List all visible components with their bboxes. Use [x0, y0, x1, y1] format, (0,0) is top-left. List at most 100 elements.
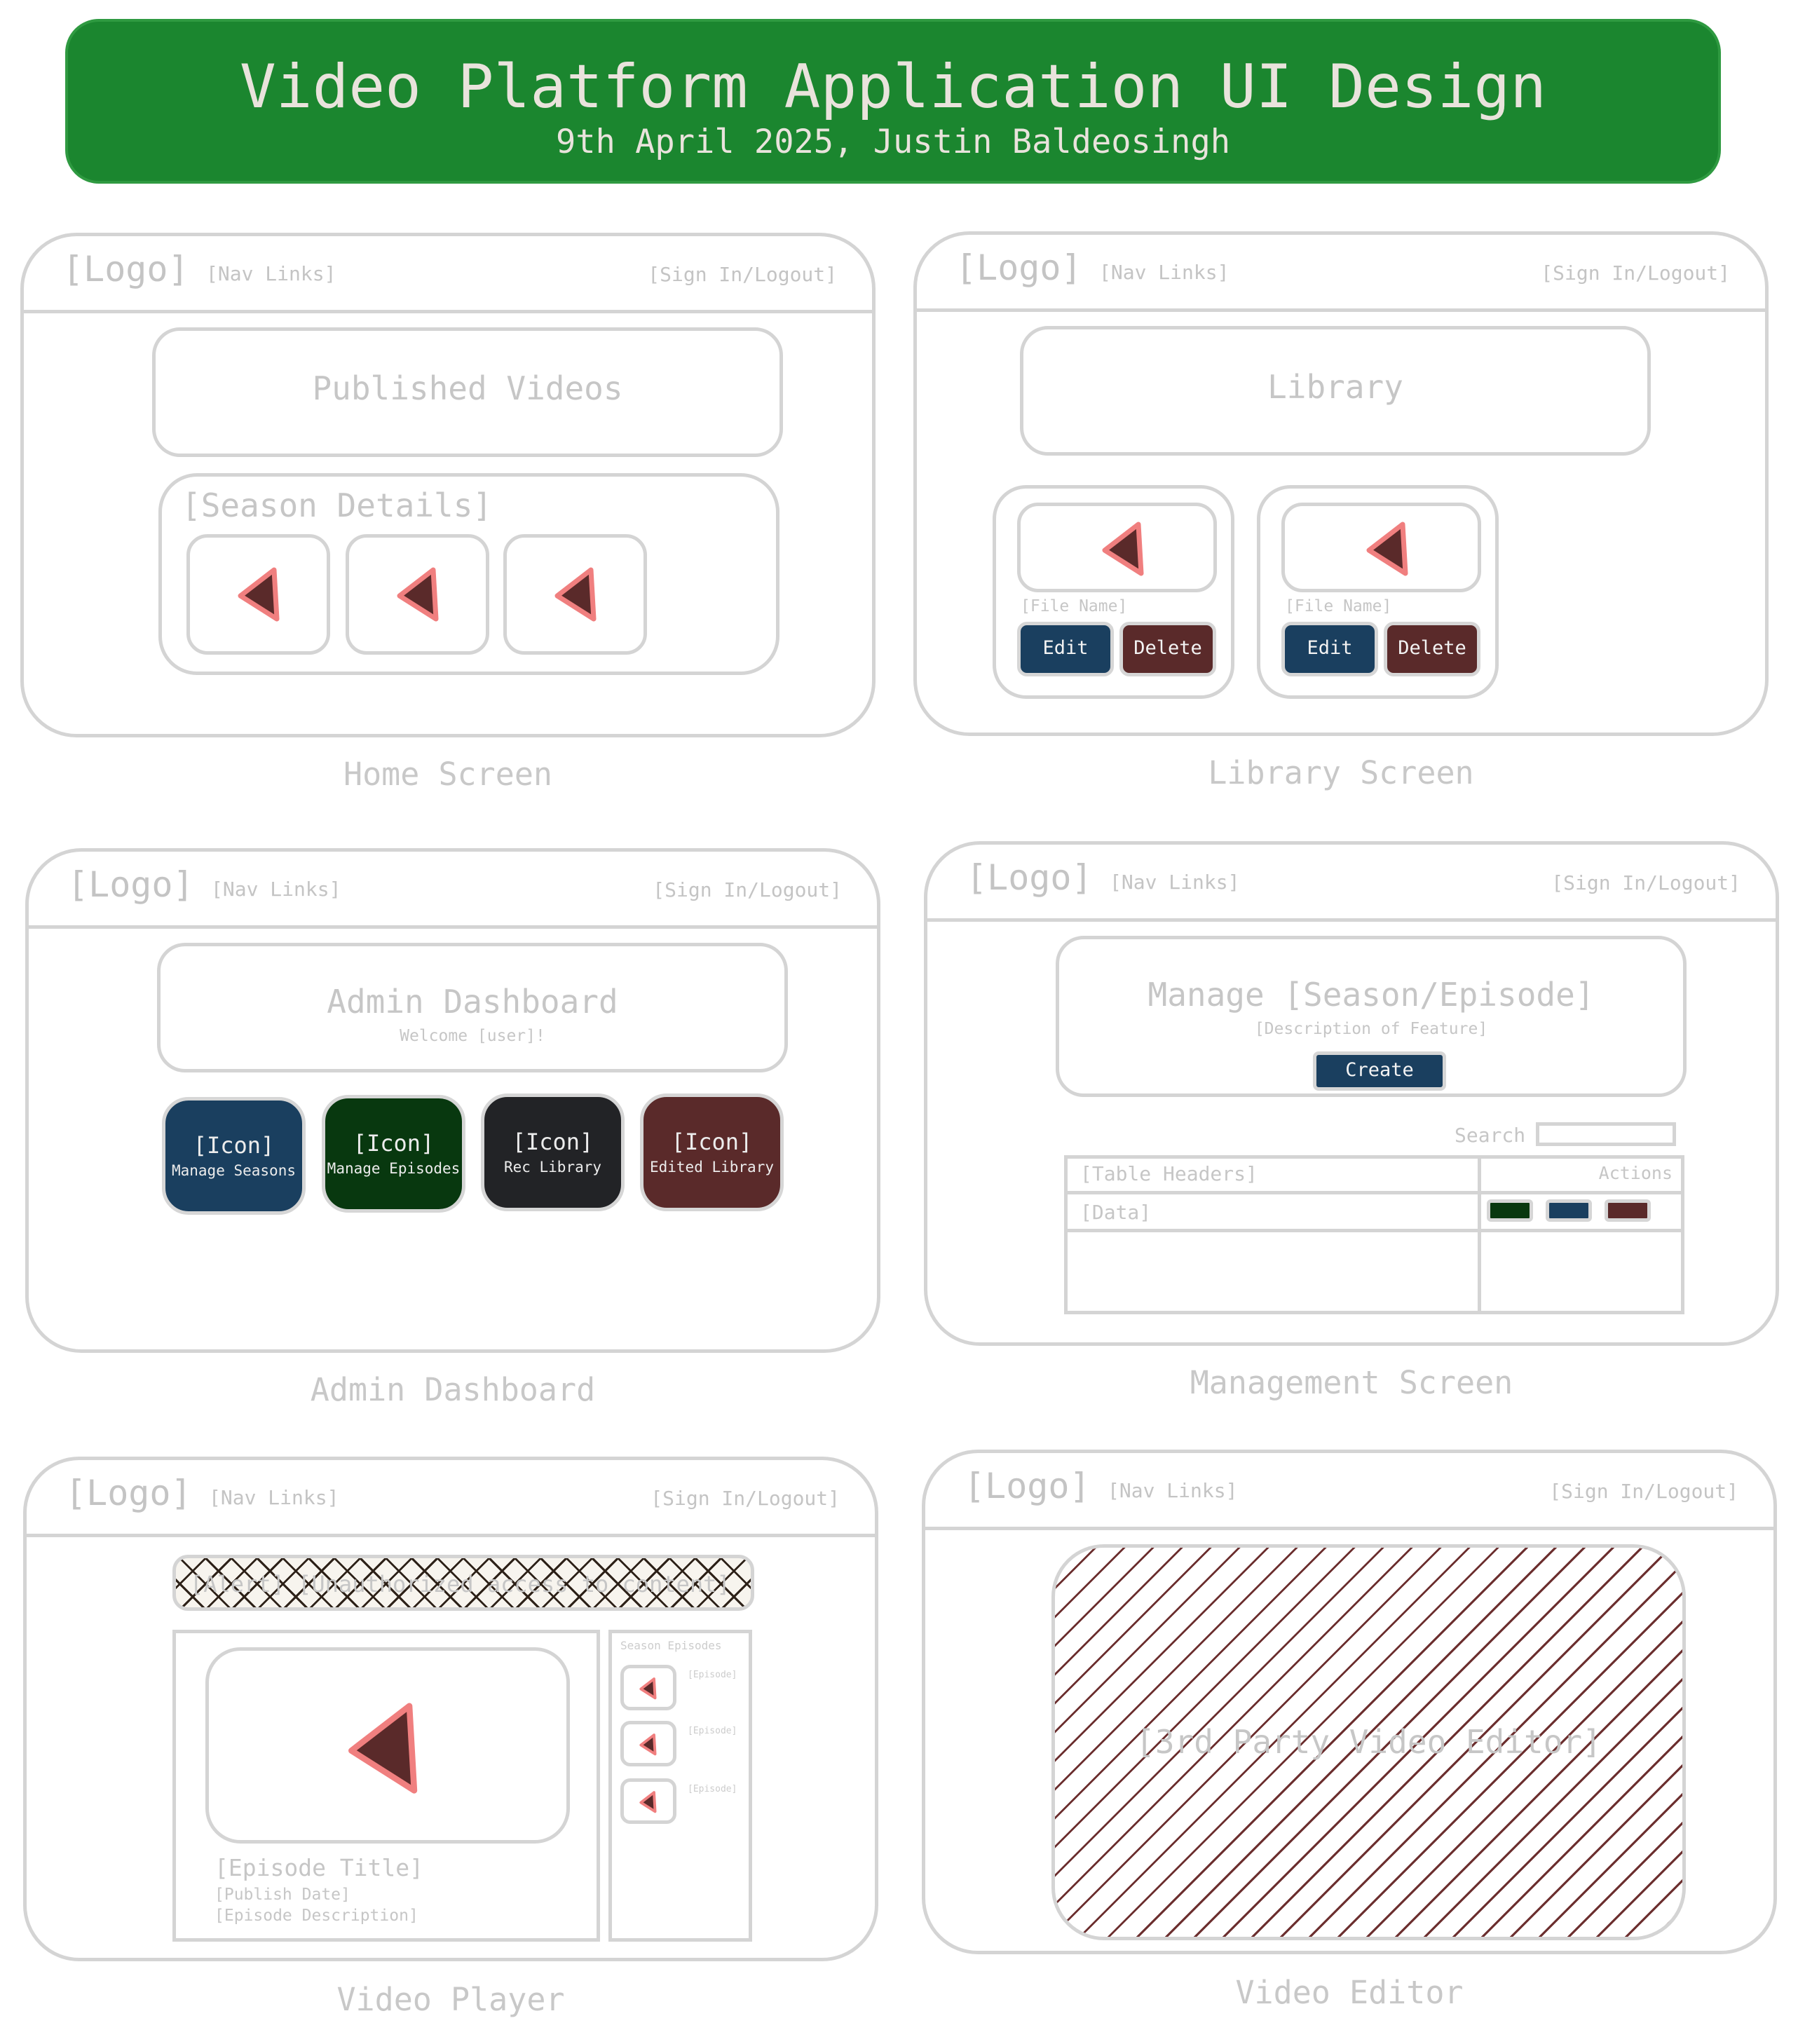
- sign-in-logout[interactable]: [Sign In/Logout]: [1551, 871, 1741, 894]
- play-icon: [639, 1677, 657, 1700]
- hero-title: Manage [Season/Episode]: [1147, 976, 1595, 1014]
- nav-links[interactable]: [Nav Links]: [211, 878, 341, 901]
- logo[interactable]: [Logo]: [65, 1473, 192, 1513]
- admin-dashboard-frame: [Logo] [Nav Links] [Sign In/Logout] Admi…: [25, 848, 880, 1353]
- rec-library-tile[interactable]: [Icon] Rec Library: [481, 1093, 625, 1211]
- create-button[interactable]: Create: [1313, 1051, 1446, 1091]
- sign-in-logout[interactable]: [Sign In/Logout]: [653, 878, 842, 901]
- caption-home-screen: Home Screen: [343, 756, 552, 793]
- diagram-subtitle: 9th April 2025, Justin Baldeosingh: [555, 123, 1231, 161]
- editor-placeholder: [3rd Party Video Editor]: [1136, 1723, 1602, 1761]
- hero-title: Admin Dashboard: [327, 983, 618, 1021]
- feature-description: [Description of Feature]: [1254, 1020, 1488, 1038]
- publish-date: [Publish Date]: [214, 1886, 350, 1904]
- alert-banner: [Alert] [Unauthorized access to content]: [172, 1555, 754, 1611]
- video-thumbnail[interactable]: [503, 534, 647, 655]
- file-name: [File Name]: [1021, 597, 1128, 615]
- tile-icon: [Icon]: [193, 1132, 275, 1159]
- tile-label: Edited Library: [649, 1159, 774, 1176]
- delete-button[interactable]: Delete: [1384, 622, 1480, 676]
- welcome-text: Welcome [user]!: [400, 1027, 545, 1045]
- season-episodes-sidebar: Season Episodes [Episode] [Episode] [Epi…: [608, 1630, 752, 1942]
- action-button[interactable]: [1487, 1199, 1533, 1222]
- tile-icon: [Icon]: [671, 1129, 753, 1155]
- nav-links[interactable]: [Nav Links]: [206, 262, 336, 285]
- nav-links[interactable]: [Nav Links]: [1108, 1479, 1237, 1502]
- diagram-title: Video Platform Application UI Design: [240, 52, 1546, 122]
- sidebar-title: Season Episodes: [620, 1639, 722, 1652]
- video-viewport[interactable]: [205, 1647, 570, 1844]
- logo[interactable]: [Logo]: [62, 249, 189, 289]
- caption-admin-dashboard: Admin Dashboard: [310, 1371, 596, 1408]
- video-player-frame: [Logo] [Nav Links] [Sign In/Logout] [Ale…: [23, 1457, 878, 1961]
- tile-label: Manage Seasons: [171, 1162, 296, 1179]
- nav-bar: [Logo] [Nav Links] [Sign In/Logout]: [927, 845, 1776, 922]
- edit-action-button[interactable]: [1546, 1199, 1592, 1222]
- logo[interactable]: [Logo]: [67, 864, 194, 905]
- video-thumbnail[interactable]: [1017, 503, 1217, 592]
- search-input[interactable]: [1536, 1122, 1676, 1146]
- logo[interactable]: [Logo]: [964, 1466, 1091, 1506]
- management-screen-frame: [Logo] [Nav Links] [Sign In/Logout] Mana…: [924, 841, 1779, 1346]
- sign-in-logout[interactable]: [Sign In/Logout]: [1549, 1480, 1738, 1503]
- episode-thumbnail[interactable]: [620, 1721, 676, 1766]
- file-name: [File Name]: [1285, 597, 1392, 615]
- sign-in-logout[interactable]: [Sign In/Logout]: [648, 263, 837, 286]
- caption-library-screen: Library Screen: [1208, 754, 1474, 791]
- library-card: [File Name] Edit Delete: [993, 485, 1234, 699]
- nav-links[interactable]: [Nav Links]: [1099, 261, 1229, 284]
- nav-links[interactable]: [Nav Links]: [1110, 871, 1239, 894]
- manage-seasons-tile[interactable]: [Icon] Manage Seasons: [162, 1097, 306, 1215]
- season-details-label: [Season Details]: [182, 486, 493, 524]
- edit-button[interactable]: Edit: [1281, 622, 1378, 676]
- home-screen-frame: [Logo] [Nav Links] [Sign In/Logout] Publ…: [20, 233, 876, 737]
- season-details-panel: [Season Details]: [158, 473, 779, 675]
- tile-label: Manage Episodes: [327, 1160, 461, 1177]
- library-screen-frame: [Logo] [Nav Links] [Sign In/Logout] Libr…: [913, 231, 1769, 736]
- episode-thumbnail[interactable]: [620, 1778, 676, 1824]
- alert-text: [Alert] [Unauthorized access to content]: [190, 1571, 730, 1597]
- play-icon: [639, 1791, 657, 1813]
- sign-in-logout[interactable]: [Sign In/Logout]: [1541, 261, 1730, 285]
- hero-title: Library: [1267, 368, 1403, 406]
- edit-button[interactable]: Edit: [1017, 622, 1114, 676]
- play-icon: [554, 567, 597, 622]
- episode-thumbnail[interactable]: [620, 1665, 676, 1710]
- video-thumbnail[interactable]: [1281, 503, 1481, 592]
- library-card: [File Name] Edit Delete: [1257, 485, 1499, 699]
- actions-header: Actions: [1598, 1163, 1673, 1183]
- nav-bar: [Logo] [Nav Links] [Sign In/Logout]: [24, 236, 872, 313]
- tile-icon: [Icon]: [512, 1129, 594, 1155]
- nav-bar: [Logo] [Nav Links] [Sign In/Logout]: [925, 1453, 1773, 1530]
- data-table: [Table Headers] Actions [Data]: [1064, 1155, 1684, 1314]
- admin-dashboard-hero: Admin Dashboard Welcome [user]!: [157, 943, 788, 1072]
- tile-icon: [Icon]: [353, 1130, 435, 1157]
- video-thumbnail[interactable]: [346, 534, 489, 655]
- logo[interactable]: [Logo]: [955, 247, 1082, 288]
- episode-title: [Episode Title]: [214, 1854, 424, 1881]
- play-icon: [1102, 522, 1144, 576]
- play-icon: [238, 567, 280, 622]
- episode-label: [Episode]: [688, 1726, 737, 1736]
- delete-button[interactable]: Delete: [1119, 622, 1216, 676]
- caption-video-player: Video Player: [336, 1981, 565, 2018]
- third-party-editor-embed[interactable]: [3rd Party Video Editor]: [1051, 1544, 1686, 1940]
- play-icon: [639, 1733, 657, 1756]
- library-hero: Library: [1020, 326, 1651, 456]
- published-videos-hero: Published Videos: [152, 327, 783, 457]
- nav-links[interactable]: [Nav Links]: [209, 1486, 339, 1509]
- video-editor-frame: [Logo] [Nav Links] [Sign In/Logout] [3rd…: [922, 1450, 1777, 1954]
- table-headers: [Table Headers]: [1080, 1162, 1258, 1185]
- title-banner: Video Platform Application UI Design 9th…: [65, 19, 1721, 184]
- play-icon: [397, 567, 439, 622]
- table-row-data: [Data]: [1080, 1201, 1152, 1224]
- episode-description: [Episode Description]: [214, 1907, 418, 1925]
- manage-episodes-tile[interactable]: [Icon] Manage Episodes: [322, 1095, 465, 1213]
- logo[interactable]: [Logo]: [966, 857, 1093, 898]
- edited-library-tile[interactable]: [Icon] Edited Library: [640, 1093, 784, 1211]
- episode-label: [Episode]: [688, 1670, 737, 1680]
- video-thumbnail[interactable]: [186, 534, 330, 655]
- sign-in-logout[interactable]: [Sign In/Logout]: [651, 1487, 840, 1510]
- delete-action-button[interactable]: [1605, 1199, 1651, 1222]
- nav-bar: [Logo] [Nav Links] [Sign In/Logout]: [917, 235, 1765, 312]
